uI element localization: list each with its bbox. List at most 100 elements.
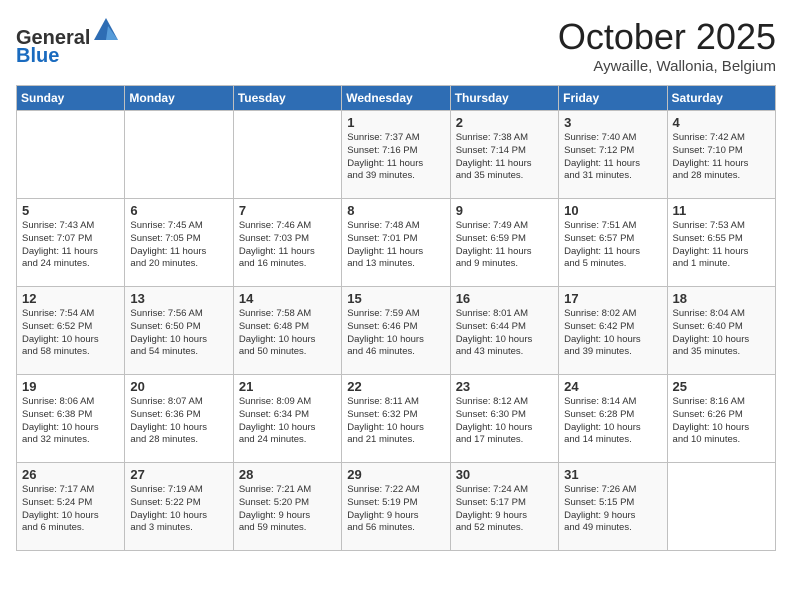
day-number: 29 (347, 467, 444, 482)
calendar-cell: 30 Sunrise: 7:24 AM Sunset: 5:17 PM Dayli… (450, 463, 558, 551)
day-info: Sunrise: 7:53 AM Sunset: 6:55 PM Dayligh… (673, 220, 770, 271)
calendar-cell: 2Sunrise: 7:38 AM Sunset: 7:14 PM Daylig… (450, 111, 558, 199)
day-number: 3 (564, 115, 661, 130)
calendar-cell: 8 Sunrise: 7:48 AM Sunset: 7:01 PM Daylig… (342, 199, 450, 287)
day-number: 17 (564, 291, 661, 306)
day-info: Sunrise: 7:21 AM Sunset: 5:20 PM Dayligh… (239, 484, 336, 535)
day-number: 30 (456, 467, 553, 482)
day-number: 6 (130, 203, 227, 218)
day-number: 24 (564, 379, 661, 394)
calendar-cell: 14 Sunrise: 7:58 AM Sunset: 6:48 PM Dayli… (233, 287, 341, 375)
day-info: Sunrise: 7:19 AM Sunset: 5:22 PM Dayligh… (130, 484, 227, 535)
calendar-cell: 5 Sunrise: 7:43 AM Sunset: 7:07 PM Daylig… (17, 199, 125, 287)
day-number: 4 (673, 115, 770, 130)
col-header-saturday: Saturday (667, 86, 775, 111)
day-info: Sunrise: 7:59 AM Sunset: 6:46 PM Dayligh… (347, 308, 444, 359)
day-number: 28 (239, 467, 336, 482)
col-header-tuesday: Tuesday (233, 86, 341, 111)
day-info: Sunrise: 7:49 AM Sunset: 6:59 PM Dayligh… (456, 220, 553, 271)
logo-blue-text: Blue (16, 45, 59, 67)
day-info: Sunrise: 8:01 AM Sunset: 6:44 PM Dayligh… (456, 308, 553, 359)
day-number: 8 (347, 203, 444, 218)
day-number: 21 (239, 379, 336, 394)
calendar-week-row: 26Sunrise: 7:17 AM Sunset: 5:24 PM Dayli… (17, 463, 776, 551)
day-number: 23 (456, 379, 553, 394)
day-info: Sunrise: 7:56 AM Sunset: 6:50 PM Dayligh… (130, 308, 227, 359)
col-header-friday: Friday (559, 86, 667, 111)
title-block: October 2025 Aywaille, Wallonia, Belgium (558, 16, 776, 75)
calendar-cell: 26Sunrise: 7:17 AM Sunset: 5:24 PM Dayli… (17, 463, 125, 551)
day-info: Sunrise: 7:43 AM Sunset: 7:07 PM Dayligh… (22, 220, 119, 271)
day-info: Sunrise: 7:26 AM Sunset: 5:15 PM Dayligh… (564, 484, 661, 535)
day-info: Sunrise: 8:06 AM Sunset: 6:38 PM Dayligh… (22, 396, 119, 447)
calendar-header-row: SundayMondayTuesdayWednesdayThursdayFrid… (17, 86, 776, 111)
calendar-week-row: 5 Sunrise: 7:43 AM Sunset: 7:07 PM Daylig… (17, 199, 776, 287)
calendar-cell: 6 Sunrise: 7:45 AM Sunset: 7:05 PM Daylig… (125, 199, 233, 287)
calendar-cell: 27Sunrise: 7:19 AM Sunset: 5:22 PM Dayli… (125, 463, 233, 551)
col-header-sunday: Sunday (17, 86, 125, 111)
calendar-cell: 19 Sunrise: 8:06 AM Sunset: 6:38 PM Dayli… (17, 375, 125, 463)
day-number: 12 (22, 291, 119, 306)
day-number: 11 (673, 203, 770, 218)
day-info: Sunrise: 8:02 AM Sunset: 6:42 PM Dayligh… (564, 308, 661, 359)
day-number: 5 (22, 203, 119, 218)
day-info: Sunrise: 7:46 AM Sunset: 7:03 PM Dayligh… (239, 220, 336, 271)
calendar-cell: 7 Sunrise: 7:46 AM Sunset: 7:03 PM Daylig… (233, 199, 341, 287)
day-number: 19 (22, 379, 119, 394)
day-info: Sunrise: 8:07 AM Sunset: 6:36 PM Dayligh… (130, 396, 227, 447)
day-number: 7 (239, 203, 336, 218)
calendar-cell (667, 463, 775, 551)
calendar-cell: 12 Sunrise: 7:54 AM Sunset: 6:52 PM Dayli… (17, 287, 125, 375)
day-number: 18 (673, 291, 770, 306)
col-header-monday: Monday (125, 86, 233, 111)
day-number: 14 (239, 291, 336, 306)
day-info: Sunrise: 7:37 AM Sunset: 7:16 PM Dayligh… (347, 132, 444, 183)
day-info: Sunrise: 7:58 AM Sunset: 6:48 PM Dayligh… (239, 308, 336, 359)
calendar-cell: 3 Sunrise: 7:40 AM Sunset: 7:12 PM Daylig… (559, 111, 667, 199)
calendar-cell: 10Sunrise: 7:51 AM Sunset: 6:57 PM Dayli… (559, 199, 667, 287)
day-info: Sunrise: 8:14 AM Sunset: 6:28 PM Dayligh… (564, 396, 661, 447)
calendar-cell: 17 Sunrise: 8:02 AM Sunset: 6:42 PM Dayli… (559, 287, 667, 375)
day-info: Sunrise: 7:42 AM Sunset: 7:10 PM Dayligh… (673, 132, 770, 183)
calendar-cell: 23 Sunrise: 8:12 AM Sunset: 6:30 PM Dayli… (450, 375, 558, 463)
calendar-cell: 31 Sunrise: 7:26 AM Sunset: 5:15 PM Dayli… (559, 463, 667, 551)
day-info: Sunrise: 7:38 AM Sunset: 7:14 PM Dayligh… (456, 132, 553, 183)
calendar-week-row: 19 Sunrise: 8:06 AM Sunset: 6:38 PM Dayli… (17, 375, 776, 463)
calendar-cell: 29 Sunrise: 7:22 AM Sunset: 5:19 PM Dayli… (342, 463, 450, 551)
day-number: 13 (130, 291, 227, 306)
day-info: Sunrise: 7:17 AM Sunset: 5:24 PM Dayligh… (22, 484, 119, 535)
calendar-cell: 16Sunrise: 8:01 AM Sunset: 6:44 PM Dayli… (450, 287, 558, 375)
day-info: Sunrise: 7:54 AM Sunset: 6:52 PM Dayligh… (22, 308, 119, 359)
day-number: 22 (347, 379, 444, 394)
calendar-cell: 4 Sunrise: 7:42 AM Sunset: 7:10 PM Daylig… (667, 111, 775, 199)
day-info: Sunrise: 8:04 AM Sunset: 6:40 PM Dayligh… (673, 308, 770, 359)
calendar-cell: 22 Sunrise: 8:11 AM Sunset: 6:32 PM Dayli… (342, 375, 450, 463)
day-info: Sunrise: 7:45 AM Sunset: 7:05 PM Dayligh… (130, 220, 227, 271)
calendar-cell (233, 111, 341, 199)
calendar-table: SundayMondayTuesdayWednesdayThursdayFrid… (16, 85, 776, 551)
location-subtitle: Aywaille, Wallonia, Belgium (558, 58, 776, 75)
calendar-week-row: 1 Sunrise: 7:37 AM Sunset: 7:16 PM Daylig… (17, 111, 776, 199)
calendar-cell: 15 Sunrise: 7:59 AM Sunset: 6:46 PM Dayli… (342, 287, 450, 375)
calendar-cell: 21Sunrise: 8:09 AM Sunset: 6:34 PM Dayli… (233, 375, 341, 463)
day-info: Sunrise: 8:12 AM Sunset: 6:30 PM Dayligh… (456, 396, 553, 447)
calendar-cell (17, 111, 125, 199)
day-info: Sunrise: 7:24 AM Sunset: 5:17 PM Dayligh… (456, 484, 553, 535)
day-number: 31 (564, 467, 661, 482)
day-info: Sunrise: 8:11 AM Sunset: 6:32 PM Dayligh… (347, 396, 444, 447)
day-number: 1 (347, 115, 444, 130)
col-header-wednesday: Wednesday (342, 86, 450, 111)
day-info: Sunrise: 7:40 AM Sunset: 7:12 PM Dayligh… (564, 132, 661, 183)
day-info: Sunrise: 8:16 AM Sunset: 6:26 PM Dayligh… (673, 396, 770, 447)
day-number: 25 (673, 379, 770, 394)
day-info: Sunrise: 7:51 AM Sunset: 6:57 PM Dayligh… (564, 220, 661, 271)
calendar-cell (125, 111, 233, 199)
calendar-week-row: 12 Sunrise: 7:54 AM Sunset: 6:52 PM Dayli… (17, 287, 776, 375)
calendar-cell: 24 Sunrise: 8:14 AM Sunset: 6:28 PM Dayli… (559, 375, 667, 463)
day-info: Sunrise: 7:48 AM Sunset: 7:01 PM Dayligh… (347, 220, 444, 271)
calendar-cell: 25 Sunrise: 8:16 AM Sunset: 6:26 PM Dayli… (667, 375, 775, 463)
calendar-cell: 1 Sunrise: 7:37 AM Sunset: 7:16 PM Daylig… (342, 111, 450, 199)
logo-icon (92, 16, 120, 44)
day-number: 15 (347, 291, 444, 306)
day-info: Sunrise: 7:22 AM Sunset: 5:19 PM Dayligh… (347, 484, 444, 535)
